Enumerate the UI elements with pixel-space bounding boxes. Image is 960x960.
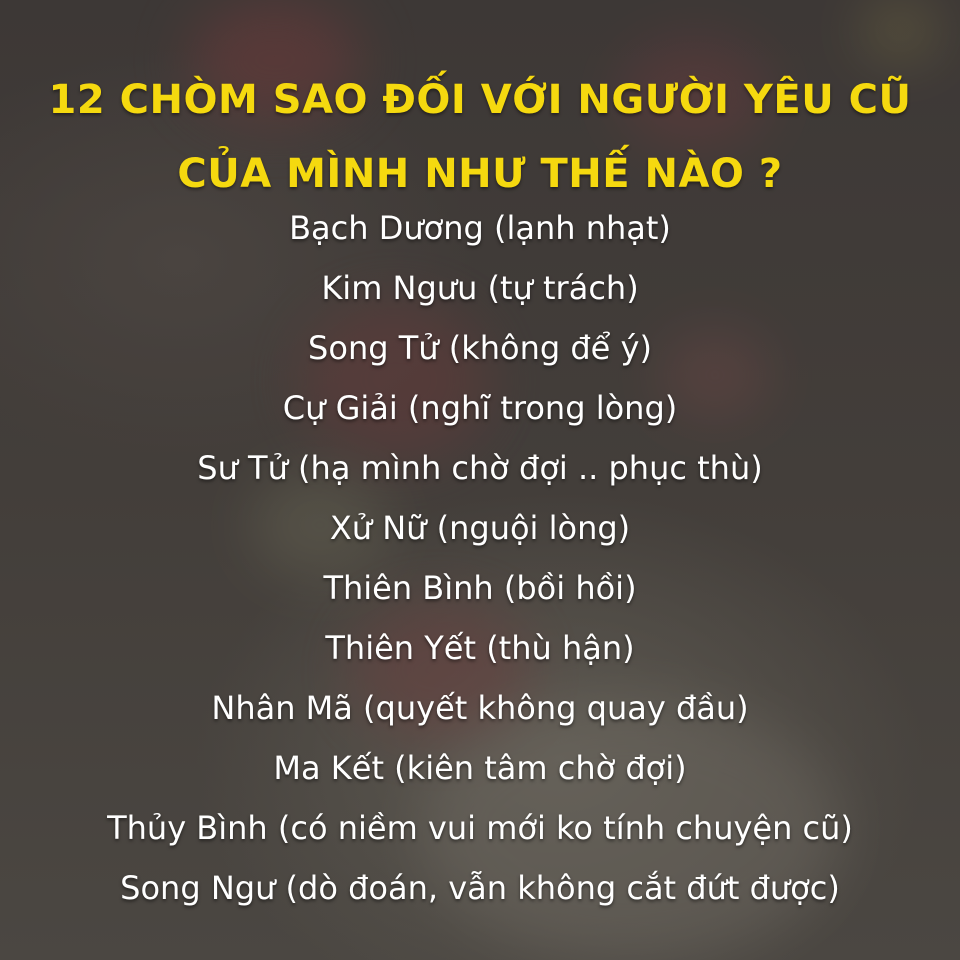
title-line-1: 12 CHÒM SAO ĐỐI VỚI NGƯỜI YÊU CŨ bbox=[48, 77, 912, 123]
zodiac-list: Bạch Dương (lạnh nhạt) Kim Ngưu (tự trác… bbox=[0, 210, 960, 906]
text-overlay: 12 CHÒM SAO ĐỐI VỚI NGƯỜI YÊU CŨ CỦA MÌN… bbox=[0, 80, 960, 930]
zodiac-item-pisces: Song Ngư (dò đoán, vẫn không cắt đứt đượ… bbox=[120, 869, 840, 907]
zodiac-item-libra: Thiên Bình (bồi hồi) bbox=[323, 569, 637, 607]
zodiac-item-gemini: Song Tử (không để ý) bbox=[308, 329, 652, 367]
zodiac-item-aquarius: Thủy Bình (có niềm vui mới ko tính chuyệ… bbox=[107, 809, 853, 847]
zodiac-item-capricorn: Ma Kết (kiên tâm chờ đợi) bbox=[273, 749, 687, 787]
zodiac-item-taurus: Kim Ngưu (tự trách) bbox=[321, 269, 639, 307]
zodiac-item-sagittarius: Nhân Mã (quyết không quay đầu) bbox=[211, 689, 749, 727]
zodiac-item-scorpio: Thiên Yết (thù hận) bbox=[325, 629, 635, 667]
zodiac-item-leo: Sư Tử (hạ mình chờ đợi .. phục thù) bbox=[197, 449, 763, 487]
zodiac-item-virgo: Xử Nữ (nguội lòng) bbox=[329, 509, 631, 547]
background-blur-shape bbox=[860, 0, 940, 60]
zodiac-item-aries: Bạch Dương (lạnh nhạt) bbox=[289, 209, 671, 247]
zodiac-item-cancer: Cự Giải (nghĩ trong lòng) bbox=[282, 389, 678, 427]
title-line-2: CỦA MÌNH NHƯ THẾ NÀO ? bbox=[177, 151, 783, 197]
